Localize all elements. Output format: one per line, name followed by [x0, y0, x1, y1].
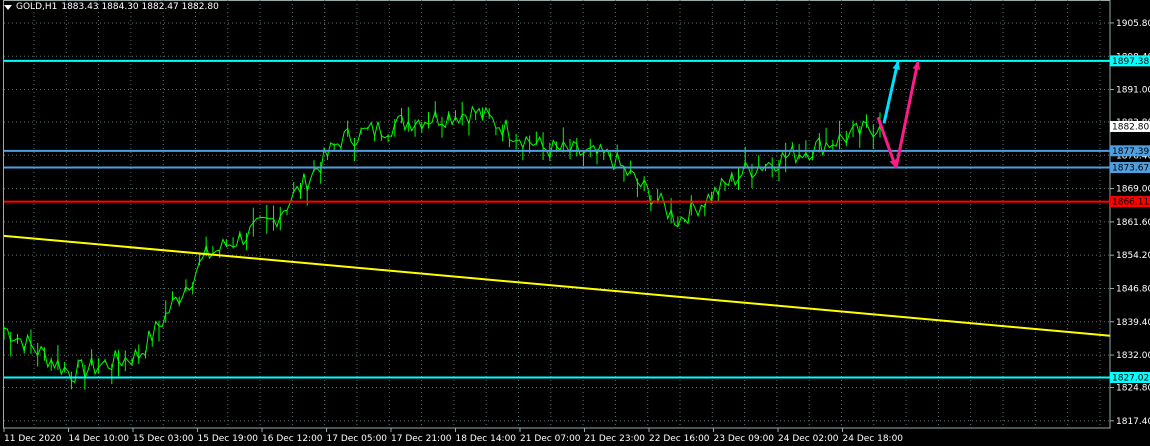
- time-tick-label: 15 Dec 19:00: [198, 434, 259, 444]
- time-tick-label: 17 Dec 21:00: [391, 434, 452, 444]
- price-tick-label: 1869.00: [1116, 185, 1150, 195]
- time-tick-label: 11 Dec 2020: [4, 434, 62, 444]
- chart-frame: [3, 0, 1111, 429]
- yellow-trendline[interactable]: [3, 234, 1111, 337]
- time-tick-label: 22 Dec 16:00: [649, 434, 710, 444]
- cyan-up-arrow: [882, 60, 900, 124]
- level-tag-label: 1866.11: [1112, 198, 1149, 208]
- symbol-label: GOLD,H1: [16, 2, 58, 12]
- price-tick-label: 1832.00: [1116, 351, 1150, 361]
- time-axis: 11 Dec 2020 14 Dec 10:00 15 Dec 03:00 15 De…: [3, 428, 904, 444]
- time-tick-label: 17 Dec 05:00: [327, 434, 388, 444]
- ohlc-values: 1883.43 1884.30 1882.47 1882.80: [61, 2, 219, 12]
- time-tick-label: 15 Dec 03:00: [133, 434, 194, 444]
- time-tick-label: 16 Dec 12:00: [262, 434, 323, 444]
- price-axis: 1905.801898.401891.001883.801876.401869.…: [1110, 19, 1150, 427]
- price-series: [3, 101, 881, 390]
- current-price-label: 1882.80: [1112, 122, 1149, 132]
- time-tick-label: 24 Dec 18:00: [843, 434, 904, 444]
- price-tick-label: 1824.80: [1116, 383, 1150, 393]
- level-tag-label: 1897.38: [1112, 57, 1149, 67]
- time-tick-label: 21 Dec 07:00: [520, 434, 581, 444]
- price-tick-label: 1854.20: [1116, 251, 1150, 261]
- magenta-up-arrow: [894, 60, 920, 169]
- time-tick-label: 24 Dec 02:00: [778, 434, 839, 444]
- forecast-arrows[interactable]: [876, 60, 921, 169]
- time-tick-label: 21 Dec 23:00: [585, 434, 646, 444]
- time-tick-label: 23 Dec 09:00: [714, 434, 775, 444]
- price-tick-label: 1861.60: [1116, 218, 1150, 228]
- grid: [3, 0, 1111, 429]
- horizontal-levels[interactable]: [4, 59, 1110, 379]
- price-tick-label: 1891.00: [1116, 86, 1150, 96]
- price-tick-label: 1905.80: [1116, 19, 1150, 29]
- level-tag-label: 1877.39: [1112, 147, 1149, 157]
- chart-header: GOLD,H1 1883.43 1884.30 1882.47 1882.80: [4, 2, 219, 12]
- level-tag-label: 1827.02: [1112, 374, 1149, 384]
- price-tick-label: 1817.40: [1116, 417, 1150, 427]
- dropdown-triangle-icon[interactable]: [4, 4, 12, 10]
- price-line: [3, 105, 881, 384]
- price-tick-label: 1839.40: [1116, 318, 1150, 328]
- level-tag-label: 1873.67: [1112, 164, 1149, 174]
- time-tick-label: 14 Dec 10:00: [69, 434, 130, 444]
- time-tick-label: 18 Dec 14:00: [456, 434, 517, 444]
- price-tick-label: 1846.80: [1116, 284, 1150, 294]
- chart-area[interactable]: 1905.801898.401891.001883.801876.401869.…: [0, 0, 1150, 446]
